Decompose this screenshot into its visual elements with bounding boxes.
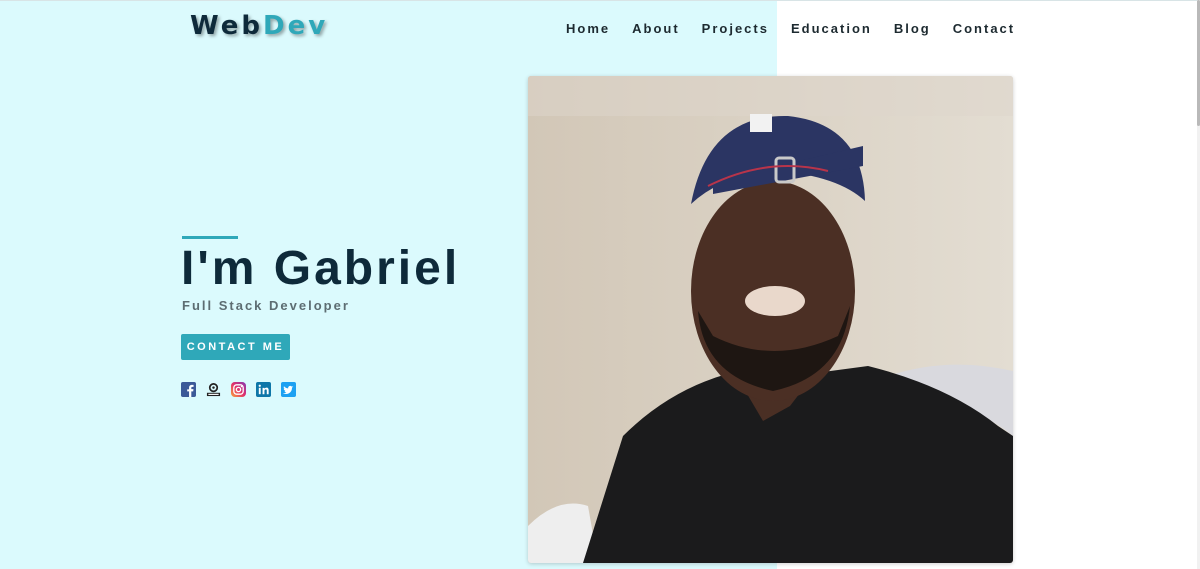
nav-home[interactable]: Home <box>566 21 610 36</box>
social-links <box>181 382 296 397</box>
contact-me-button[interactable]: CONTACT ME <box>181 334 290 360</box>
nav-blog[interactable]: Blog <box>894 21 931 36</box>
nav-projects[interactable]: Projects <box>702 21 769 36</box>
site-logo[interactable]: WebDev <box>190 11 328 41</box>
logo-part-web: Web <box>190 11 263 41</box>
github-icon[interactable] <box>206 382 221 397</box>
nav-contact[interactable]: Contact <box>953 21 1015 36</box>
nav-about[interactable]: About <box>632 21 680 36</box>
instagram-icon[interactable] <box>231 382 246 397</box>
nav-education[interactable]: Education <box>791 21 872 36</box>
hero-name: I'm Gabriel <box>181 242 461 295</box>
twitter-icon[interactable] <box>281 382 296 397</box>
top-border <box>0 0 1200 1</box>
hero-role: Full Stack Developer <box>182 298 350 313</box>
logo-part-dev: Dev <box>263 11 329 41</box>
linkedin-icon[interactable] <box>256 382 271 397</box>
main-nav: Home About Projects Education Blog Conta… <box>555 21 1026 36</box>
profile-photo <box>528 76 1013 563</box>
profile-photo-illustration <box>528 76 1013 563</box>
facebook-icon[interactable] <box>181 382 196 397</box>
heading-accent-line <box>182 236 238 239</box>
